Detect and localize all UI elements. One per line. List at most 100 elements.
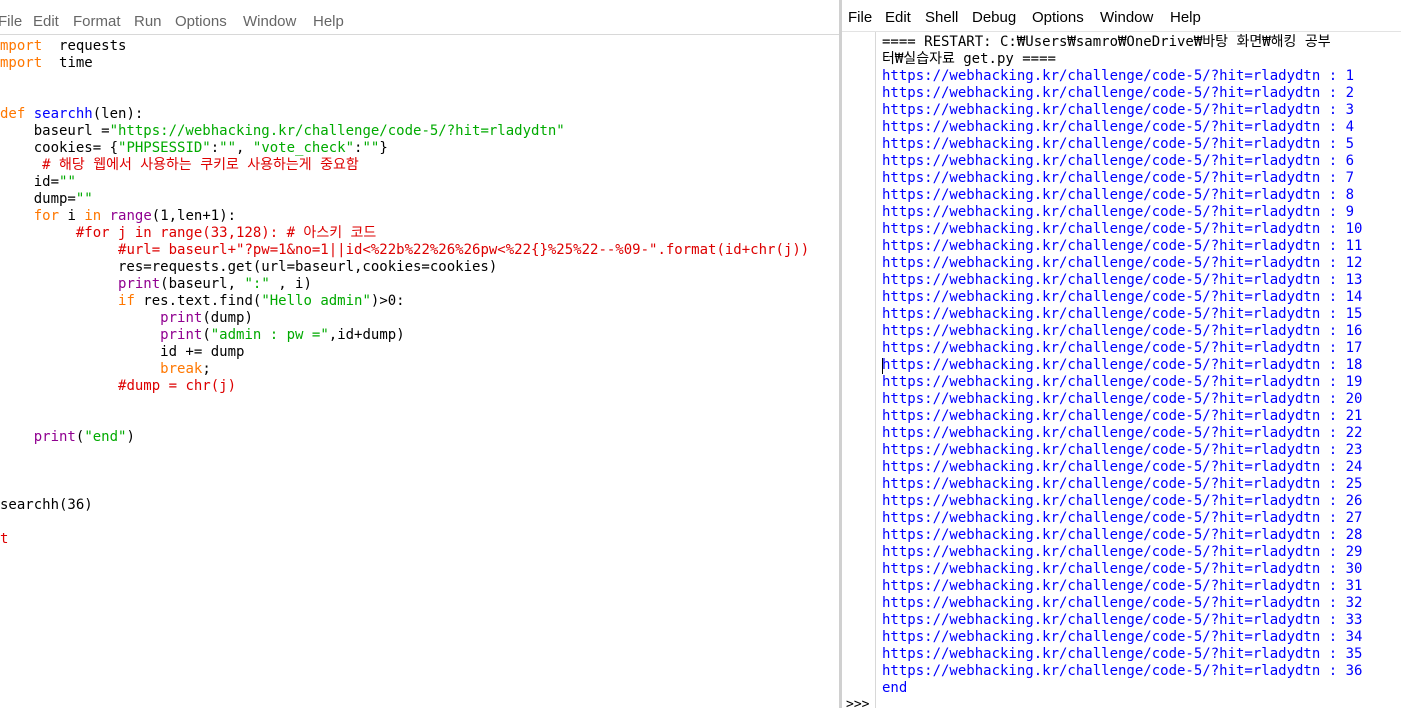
shell-output-line: https://webhacking.kr/challenge/code-5/?…: [882, 612, 1363, 628]
editor-menu-help[interactable]: Help: [313, 13, 344, 31]
shell-menubar: File Edit Shell Debug Options Window Hel…: [842, 0, 1401, 32]
shell-menu-shell[interactable]: Shell: [925, 9, 958, 27]
code-line: id += dump: [0, 344, 839, 361]
shell-output-line: https://webhacking.kr/challenge/code-5/?…: [882, 238, 1363, 254]
shell-output-line: https://webhacking.kr/challenge/code-5/?…: [882, 374, 1363, 390]
editor-menu-file[interactable]: File: [0, 13, 22, 31]
code-token: range: [109, 208, 152, 224]
shell-menu-edit[interactable]: Edit: [885, 9, 911, 27]
code-editor-text-area[interactable]: mport requests mport time def searchh(len…: [0, 38, 839, 548]
shell-output-line: https://webhacking.kr/challenge/code-5/?…: [882, 561, 1363, 577]
code-token: #dump = chr(j): [118, 378, 237, 394]
shell-prompt-gutter: >>>: [842, 32, 876, 708]
editor-menubar: File Edit Format Run Options Window Help: [0, 0, 839, 35]
code-line: t: [0, 531, 839, 548]
code-token: "Hello admin": [261, 293, 371, 309]
editor-menu-edit[interactable]: Edit: [33, 13, 59, 31]
code-token: t: [0, 531, 9, 547]
code-token: searchh: [33, 106, 93, 122]
shell-menu-file[interactable]: File: [848, 9, 872, 27]
shell-output-line: https://webhacking.kr/challenge/code-5/?…: [882, 204, 1355, 220]
code-line: break;: [0, 361, 839, 378]
code-token: dump=: [0, 191, 76, 207]
code-token: (len):: [92, 106, 144, 122]
code-token: ":": [244, 276, 270, 292]
code-token: "": [362, 140, 380, 156]
shell-menu-window[interactable]: Window: [1100, 9, 1153, 27]
code-token: print: [160, 327, 203, 343]
shell-output-line: https://webhacking.kr/challenge/code-5/?…: [882, 493, 1363, 509]
code-token: mport: [0, 38, 43, 54]
code-line: # 해당 웹에서 사용하는 쿠키로 사용하는게 중요함: [0, 157, 839, 174]
code-token: id=: [0, 174, 60, 190]
shell-output-area[interactable]: ==== RESTART: C:₩Users₩samro₩OneDrive₩바탕…: [882, 34, 1401, 697]
code-line: if res.text.find("Hello admin")>0:: [0, 293, 839, 310]
shell-output-line: https://webhacking.kr/challenge/code-5/?…: [882, 272, 1363, 288]
code-token: }: [379, 140, 388, 156]
shell-output-line: https://webhacking.kr/challenge/code-5/?…: [882, 136, 1355, 152]
shell-output-line: https://webhacking.kr/challenge/code-5/?…: [882, 289, 1363, 305]
shell-output-line: https://webhacking.kr/challenge/code-5/?…: [882, 357, 1363, 373]
code-token: ): [126, 429, 135, 445]
code-line: #dump = chr(j): [0, 378, 839, 395]
shell-restart-line-continued: 터₩실습자료 get.py ====: [882, 51, 1056, 67]
code-token: "https://webhacking.kr/challenge/code-5/…: [109, 123, 565, 139]
shell-output-line: https://webhacking.kr/challenge/code-5/?…: [882, 629, 1363, 645]
shell-output-line: https://webhacking.kr/challenge/code-5/?…: [882, 170, 1355, 186]
code-token: # 해당 웹에서 사용하는 쿠키로 사용하는게 중요함: [42, 157, 359, 173]
shell-output-line: https://webhacking.kr/challenge/code-5/?…: [882, 391, 1363, 407]
editor-menu-format[interactable]: Format: [73, 13, 121, 31]
shell-output-line: https://webhacking.kr/challenge/code-5/?…: [882, 595, 1363, 611]
editor-menu-window[interactable]: Window: [243, 13, 296, 31]
code-line: print(baseurl, ":" , i): [0, 276, 839, 293]
code-line: print("end"): [0, 429, 839, 446]
shell-output-line: https://webhacking.kr/challenge/code-5/?…: [882, 476, 1363, 492]
code-token: for: [33, 208, 60, 224]
code-token: cookies= {: [0, 140, 119, 156]
code-line: #for j in range(33,128): # 아스키 코드: [0, 225, 839, 242]
code-token: #url= baseurl+"?pw=1&no=1||id<%22b%22%26…: [118, 242, 810, 258]
shell-output-line: https://webhacking.kr/challenge/code-5/?…: [882, 119, 1355, 135]
shell-output-line: https://webhacking.kr/challenge/code-5/?…: [882, 578, 1363, 594]
code-token: (baseurl,: [160, 276, 245, 292]
editor-window: File Edit Format Run Options Window Help…: [0, 0, 839, 708]
code-line: cookies= {"PHPSESSID":"", "vote_check":"…: [0, 140, 839, 157]
code-token: "": [219, 140, 237, 156]
editor-menu-run[interactable]: Run: [134, 13, 162, 31]
code-token: (1,len+1):: [151, 208, 237, 224]
shell-output-line: https://webhacking.kr/challenge/code-5/?…: [882, 510, 1363, 526]
shell-output-line: https://webhacking.kr/challenge/code-5/?…: [882, 527, 1363, 543]
shell-restart-line: ==== RESTART: C:₩Users₩samro₩OneDrive₩바탕…: [882, 34, 1331, 50]
shell-output-line: https://webhacking.kr/challenge/code-5/?…: [882, 221, 1363, 237]
code-line: id="": [0, 174, 839, 191]
code-token: def: [0, 106, 26, 122]
shell-output-line: https://webhacking.kr/challenge/code-5/?…: [882, 68, 1355, 84]
code-token: res=requests.get(url=baseurl,cookies=coo…: [0, 259, 498, 275]
code-token: "admin : pw =": [210, 327, 329, 343]
code-token: "": [75, 191, 93, 207]
shell-output-line: https://webhacking.kr/challenge/code-5/?…: [882, 340, 1363, 356]
code-token: in: [84, 208, 102, 224]
shell-output-line: https://webhacking.kr/challenge/code-5/?…: [882, 153, 1355, 169]
shell-end-line: end: [882, 680, 908, 696]
shell-menu-debug[interactable]: Debug: [972, 9, 1016, 27]
code-token: "PHPSESSID": [118, 140, 211, 156]
code-token: ;: [202, 361, 211, 377]
shell-output-line: https://webhacking.kr/challenge/code-5/?…: [882, 102, 1355, 118]
shell-menu-help[interactable]: Help: [1170, 9, 1201, 27]
code-token: if: [118, 293, 135, 309]
shell-output-line: https://webhacking.kr/challenge/code-5/?…: [882, 425, 1363, 441]
shell-menu-options[interactable]: Options: [1032, 9, 1084, 27]
editor-menu-options[interactable]: Options: [175, 13, 227, 31]
